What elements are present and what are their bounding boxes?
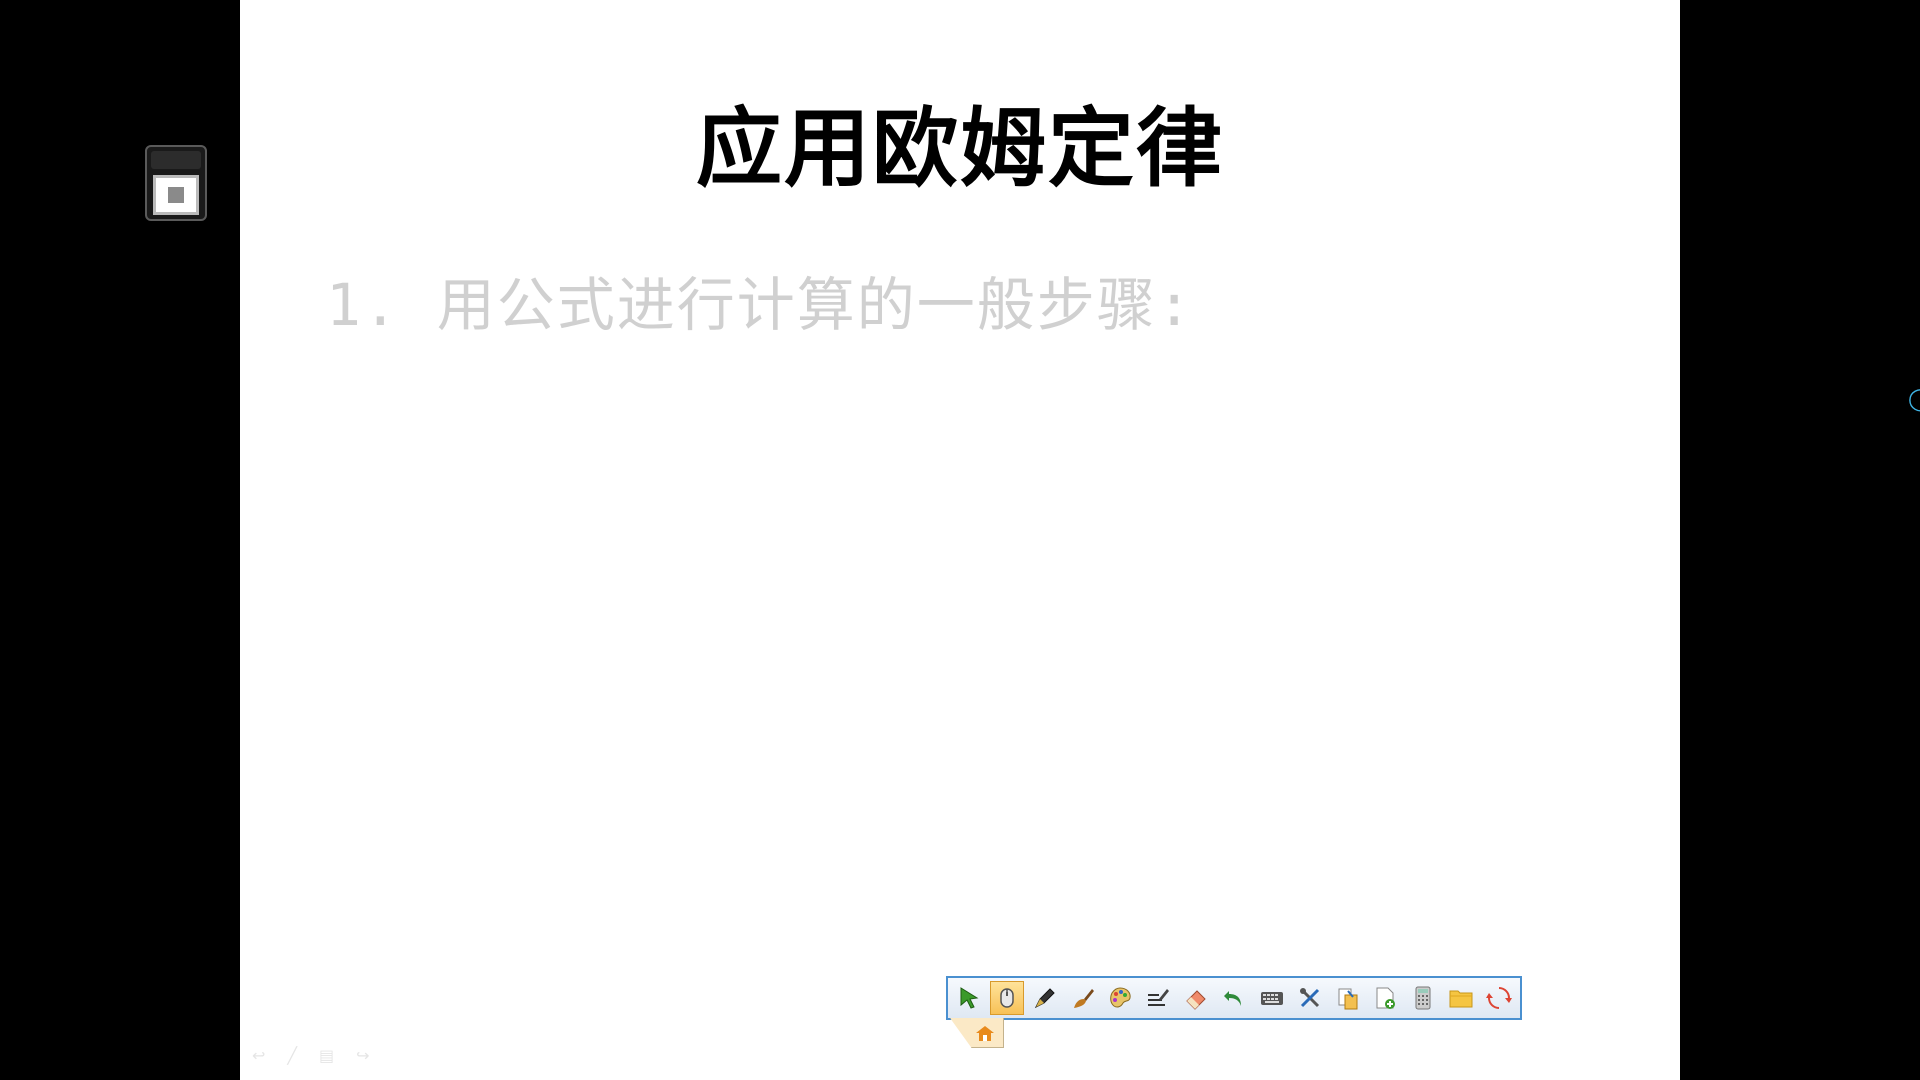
handwriting-icon[interactable] [1141, 981, 1175, 1015]
palette-icon[interactable] [1103, 981, 1137, 1015]
stop-button-header [151, 151, 201, 169]
eraser-icon[interactable] [1179, 981, 1213, 1015]
refresh-icon[interactable] [1482, 981, 1516, 1015]
stop-square [168, 187, 184, 203]
stop-icon [153, 175, 199, 215]
mouse-icon[interactable] [989, 981, 1024, 1015]
calculator-icon[interactable] [1406, 981, 1440, 1015]
select-arrow-icon[interactable] [952, 981, 986, 1015]
edge-ring-icon[interactable]: ◯ [1908, 388, 1920, 412]
keyboard-icon[interactable] [1255, 981, 1289, 1015]
slide-bullet-1: 1. 用公式进行计算的一般步骤: [326, 271, 1194, 339]
folder-icon[interactable] [1444, 981, 1478, 1015]
brush-icon[interactable] [1066, 981, 1100, 1015]
tools-icon[interactable] [1293, 981, 1327, 1015]
slide-menu-icon[interactable]: ▤ [319, 1046, 334, 1066]
pen-icon[interactable] [1028, 981, 1062, 1015]
home-icon [976, 1025, 994, 1041]
pen-tool-icon[interactable]: ╱ [287, 1046, 297, 1066]
screen-capture-icon[interactable] [1331, 981, 1365, 1015]
slide-navigation: ↩ ╱ ▤ ↪ [252, 1046, 370, 1066]
stop-button[interactable] [145, 145, 207, 221]
undo-icon[interactable] [1217, 981, 1251, 1015]
next-slide-icon[interactable]: ↪ [356, 1046, 369, 1066]
presentation-slide: 应用欧姆定律 1. 用公式进行计算的一般步骤: [240, 0, 1680, 1080]
previous-slide-icon[interactable]: ↩ [252, 1046, 265, 1066]
new-page-icon[interactable] [1368, 981, 1402, 1015]
slide-title: 应用欧姆定律 [696, 98, 1224, 199]
annotation-toolbar [946, 976, 1522, 1020]
